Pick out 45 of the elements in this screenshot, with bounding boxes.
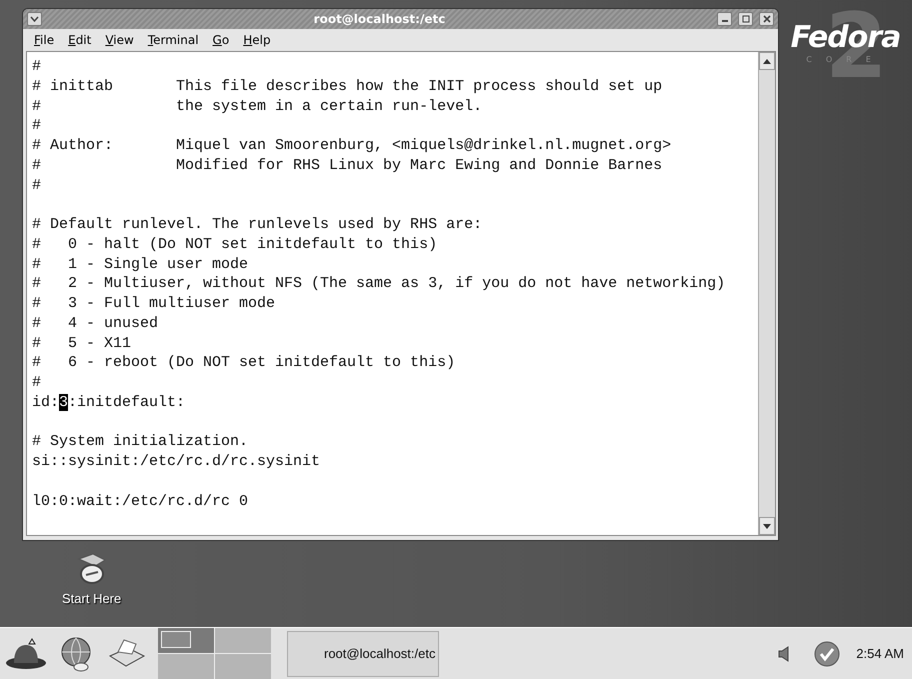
desktop-icon-label[interactable]: Start Here	[62, 591, 122, 606]
taskbar-button[interactable]: root@localhost:/etc	[287, 630, 439, 676]
window-icon	[161, 631, 191, 648]
terminal-line: # inittab This file describes how the INIT process should set up	[32, 76, 664, 96]
menu-item[interactable]: Go	[206, 32, 236, 46]
close-button[interactable]	[759, 12, 774, 26]
terminal-line: # 1 - Single user mode	[32, 254, 250, 274]
maximize-icon	[742, 15, 750, 23]
minimize-button[interactable]	[717, 12, 732, 26]
menu-item[interactable]: Edit	[61, 32, 98, 46]
terminal-line: # the system in a certain run-level.	[32, 96, 484, 116]
terminal-line: # 2 - Multiuser, without NFS (The same as 3, if you do not have networking)	[32, 274, 726, 294]
terminal-line: #	[32, 116, 42, 136]
window-title: root@localhost:/etc	[312, 12, 446, 26]
terminal-line: si::sysinit:/etc/rc.d/rc.sysinit	[32, 452, 322, 472]
terminal-line: # Author: Miquel van Smoorenburg, <miquels@drinkel.nl.mugnet.org>	[32, 136, 672, 156]
caret-icon	[30, 16, 39, 22]
terminal-line: # 6 - reboot (Do NOT set initdefault to this)	[32, 353, 456, 373]
menu-item[interactable]: Terminal	[140, 32, 206, 46]
clock[interactable]: 2:54 AM	[856, 646, 904, 661]
window-menu-button[interactable]	[27, 12, 42, 26]
terminal-line: #	[32, 373, 42, 393]
terminal-line: # 4 - unused	[32, 314, 160, 334]
checkmark-icon[interactable]	[814, 640, 840, 666]
terminal-line: # Modified for RHS Linux by Marc Ewing and Donnie Barnes	[32, 156, 664, 176]
terminal-line: l0:0:wait:/etc/rc.d/rc 0	[32, 492, 250, 512]
scroll-down-icon[interactable]	[763, 524, 771, 528]
terminal-line: #	[32, 176, 42, 196]
scrollbar[interactable]	[758, 52, 775, 535]
terminal-line: #	[32, 57, 42, 77]
terminal-line: # 5 - X11	[32, 334, 132, 354]
workspace[interactable]	[158, 628, 214, 653]
close-icon	[762, 15, 770, 23]
terminal-line: # 0 - halt (Do NOT set initdefault to this)	[32, 234, 438, 254]
terminal-line: # 3 - Full multiuser mode	[32, 294, 276, 314]
terminal-line: # System initialization.	[32, 432, 250, 452]
menu-item[interactable]: File	[27, 32, 62, 46]
terminal-line: id:3:initdefault:	[32, 392, 186, 412]
speaker-icon[interactable]	[778, 646, 790, 662]
menu-item[interactable]: View	[98, 32, 141, 46]
workspace-switcher[interactable]	[158, 628, 271, 679]
menu-item[interactable]: Help	[236, 32, 278, 46]
scroll-up-icon[interactable]	[763, 58, 771, 64]
maximize-button[interactable]	[738, 12, 753, 26]
terminal-line: # Default runlevel. The runlevels used by RHS are:	[32, 215, 484, 235]
